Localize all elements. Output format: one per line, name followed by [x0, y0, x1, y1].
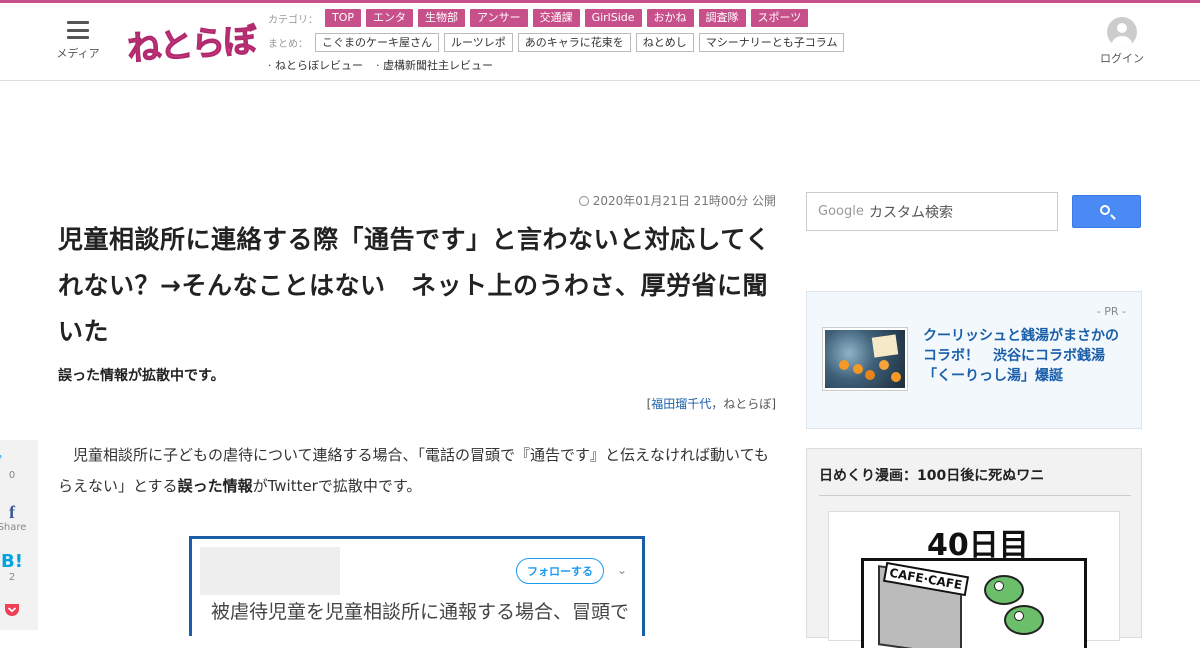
- category-chosatai[interactable]: 調査隊: [698, 9, 746, 27]
- avatar-icon: [1107, 17, 1137, 47]
- login-label: ログイン: [1100, 52, 1144, 65]
- twitter-count: 0: [8, 470, 16, 481]
- menu-label: メディア: [56, 47, 100, 60]
- paragraph-text: がTwitterで拡散中です。: [252, 477, 422, 495]
- category-label: カテゴリ：: [268, 14, 318, 26]
- summary-item[interactable]: ルーツレポ: [444, 33, 513, 52]
- category-seibutsubu[interactable]: 生物部: [418, 9, 466, 27]
- search-input[interactable]: [869, 201, 1049, 223]
- summary-item[interactable]: あのキャラに花束を: [517, 33, 631, 52]
- review-link-kyoko[interactable]: · 虚構新聞社主レビュー: [376, 57, 493, 73]
- pr-link[interactable]: クーリッシュと銭湯がまさかのコラボ！ 渋谷にコラボ銭湯「くーりっし湯」爆誕: [923, 326, 1129, 386]
- manga-panel: CAFE·CAFE: [861, 558, 1087, 648]
- category-okane[interactable]: おかね: [646, 9, 694, 27]
- share-twitter-button[interactable]: 0: [0, 454, 38, 481]
- facebook-icon: f: [9, 502, 15, 522]
- crocodile-figure: [1004, 605, 1044, 635]
- share-pocket-button[interactable]: [0, 602, 38, 621]
- manga-box: 日めくり漫画：100日後に死ぬワニ 40日目 CAFE·CAFE: [806, 448, 1142, 648]
- article-paragraph: 児童相談所に子どもの虐待について連絡する場合、「電話の冒頭で『通告です』と伝えな…: [58, 440, 776, 502]
- share-facebook-button[interactable]: f Share: [0, 502, 38, 533]
- pocket-icon: [5, 604, 19, 616]
- site-name: ねとらぼ: [723, 397, 772, 411]
- article-lead: 誤った情報が拡散中です。: [58, 368, 225, 384]
- manga-title: 日めくり漫画：100日後に死ぬワニ: [819, 465, 1131, 496]
- category-top[interactable]: TOP: [325, 9, 362, 27]
- twitter-icon: [0, 454, 2, 460]
- byline: [福田瑠千代，ねとらぼ]: [646, 397, 776, 411]
- review-nav: · ねとらぼレビュー · 虚構新聞社主レビュー: [268, 57, 501, 73]
- search-box: Google: [806, 192, 1058, 231]
- site-logo[interactable]: ねとらぼ: [125, 13, 257, 71]
- category-girlside[interactable]: GirlSide: [584, 9, 642, 27]
- follow-button[interactable]: フォローする: [516, 558, 604, 584]
- search-button[interactable]: [1072, 195, 1141, 228]
- summary-item[interactable]: こぐまのケーキ屋さん: [315, 33, 439, 52]
- hamburger-icon: [67, 21, 89, 39]
- tweet-author-blurred: [200, 547, 340, 595]
- hatena-count: 2: [8, 572, 16, 583]
- review-link-netorabo[interactable]: · ねとらぼレビュー: [268, 57, 363, 73]
- category-enta[interactable]: エンタ: [366, 9, 414, 27]
- summary-item[interactable]: マシーナリーとも子コラム: [698, 33, 845, 52]
- pr-tag: - PR -: [1096, 305, 1126, 318]
- search-icon: [1100, 205, 1110, 215]
- tweet-text: 被虐待児童を児童相談所に通報する場合、冒頭で: [211, 601, 630, 623]
- summary-nav: まとめ： こぐまのケーキ屋さん ルーツレポ あのキャラに花束を ねとめし マシー…: [268, 33, 845, 52]
- pr-box: - PR - クーリッシュと銭湯がまさかのコラボ！ 渋谷にコラボ銭湯「くーりっし…: [806, 291, 1142, 429]
- menu-button[interactable]: メディア: [52, 21, 104, 61]
- article: 2020年01月21日 21時00分 公開 児童相談所に連絡する際「通告です」と…: [58, 192, 776, 502]
- facebook-count: Share: [0, 522, 27, 533]
- category-nav: カテゴリ： TOP エンタ 生物部 アンサー 交通課 GirlSide おかね …: [268, 9, 809, 27]
- category-sports[interactable]: スポーツ: [750, 9, 809, 27]
- summary-label: まとめ：: [268, 39, 308, 50]
- category-kotsuka[interactable]: 交通課: [532, 9, 580, 27]
- hatena-bookmark-icon: B!: [1, 551, 23, 572]
- chevron-down-icon[interactable]: ⌄: [617, 563, 627, 577]
- login-button[interactable]: ログイン: [1098, 17, 1146, 66]
- clock-icon: [578, 196, 589, 206]
- embedded-tweet[interactable]: フォローする ⌄ 被虐待児童を児童相談所に通報する場合、冒頭で: [189, 536, 645, 636]
- category-answer[interactable]: アンサー: [470, 9, 528, 27]
- site-header: メディア ねとらぼ カテゴリ： TOP エンタ 生物部 アンサー 交通課 Gir…: [0, 3, 1200, 81]
- article-title: 児童相談所に連絡する際「通告です」と言わないと対応してくれない？→そんなことはな…: [58, 225, 771, 346]
- publish-date-text: 2020年01月21日 21時00分 公開: [592, 194, 776, 208]
- summary-item[interactable]: ねとめし: [635, 33, 694, 52]
- crocodile-figure: [984, 575, 1024, 605]
- publish-date: 2020年01月21日 21時00分 公開: [58, 192, 776, 209]
- share-hatena-button[interactable]: B! 2: [0, 551, 38, 584]
- share-bar: 0 f Share B! 2: [0, 440, 38, 630]
- paragraph-bold: 誤った情報: [177, 477, 253, 495]
- author-link[interactable]: 福田瑠千代: [651, 397, 711, 411]
- pr-thumbnail[interactable]: [822, 327, 908, 391]
- manga-image[interactable]: 40日目 CAFE·CAFE: [828, 511, 1120, 648]
- google-brand: Google: [818, 204, 864, 219]
